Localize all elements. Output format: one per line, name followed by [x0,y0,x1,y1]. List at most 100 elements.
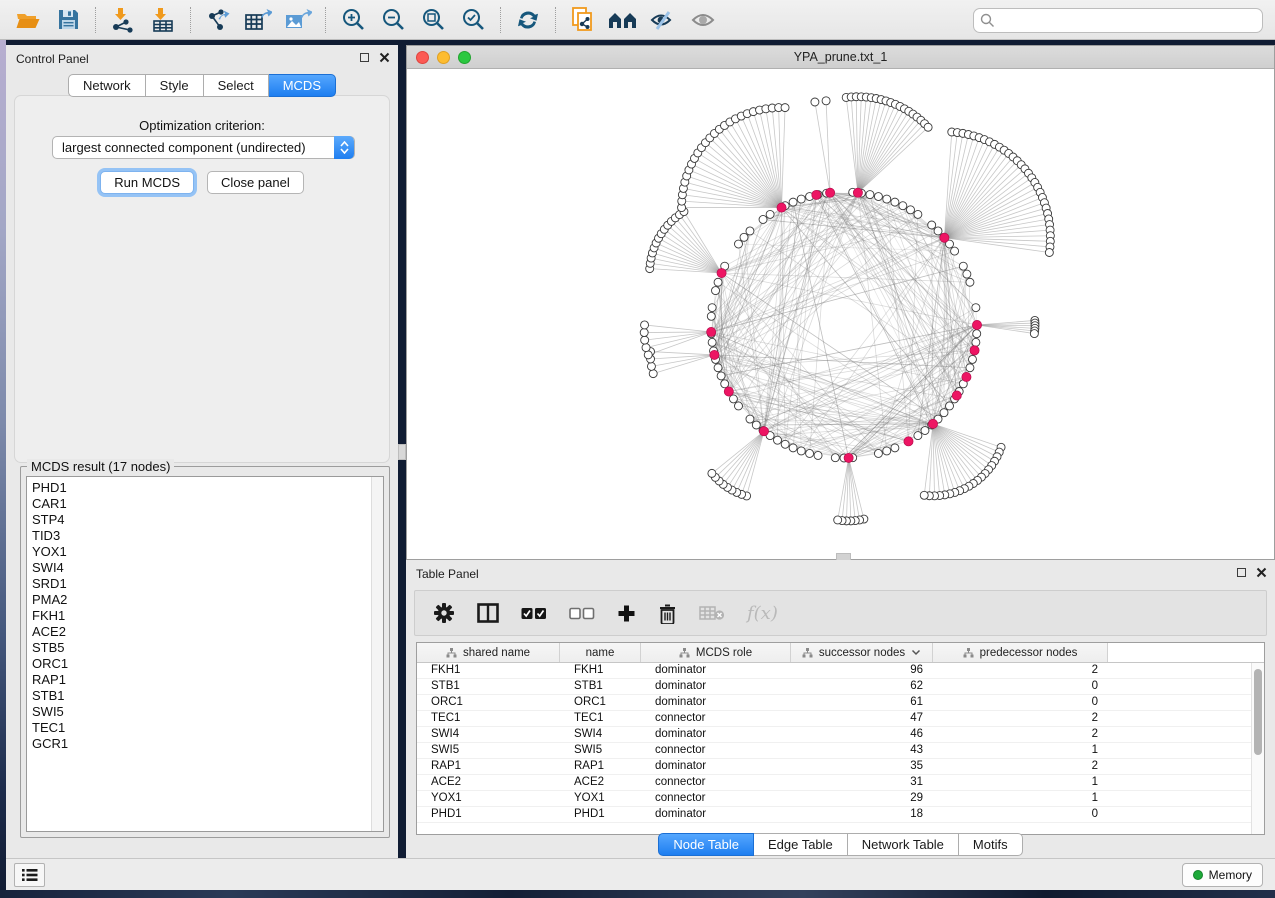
mcds-result-item[interactable]: SWI5 [32,704,383,720]
zoom-in-button[interactable] [336,5,370,35]
ring-node[interactable] [746,415,754,423]
table-row-SWI4[interactable]: SWI4SWI4dominator462 [417,727,1264,743]
close-window-icon[interactable] [416,51,429,64]
leaf-node[interactable] [641,321,649,329]
leaf-node[interactable] [781,104,789,112]
mcds-hub-node[interactable] [853,188,862,197]
mcds-list-scrollbar[interactable] [371,477,383,831]
ring-node[interactable] [759,215,767,223]
vertical-splitter-handle[interactable] [398,444,406,460]
create-column-button[interactable] [617,604,636,623]
ring-node[interactable] [940,409,948,417]
leaf-node[interactable] [641,336,649,344]
mcds-result-item[interactable]: STB5 [32,640,383,656]
leaf-node[interactable] [1030,330,1038,338]
zoom-selected-button[interactable] [456,5,490,35]
open-file-button[interactable] [11,5,45,35]
mcds-hub-node[interactable] [717,268,726,277]
ring-node[interactable] [899,202,907,210]
mcds-result-item[interactable]: STP4 [32,512,383,528]
mcds-hub-node[interactable] [825,188,834,197]
table-row-ORC1[interactable]: ORC1ORC1dominator610 [417,695,1264,711]
mcds-result-item[interactable]: FKH1 [32,608,383,624]
ring-node[interactable] [883,195,891,203]
mcds-hub-node[interactable] [972,320,981,329]
float-panel-icon[interactable] [360,53,369,62]
import-network-button[interactable] [106,5,140,35]
table-row-ACE2[interactable]: ACE2ACE2connector311 [417,775,1264,791]
ring-node[interactable] [714,364,722,372]
leaf-node[interactable] [1045,248,1053,256]
mcds-result-item[interactable]: TID3 [32,528,383,544]
mcds-hub-node[interactable] [777,203,786,212]
ring-node[interactable] [973,330,981,338]
show-all-button[interactable] [686,5,720,35]
leaf-node[interactable] [924,123,932,131]
mcds-result-item[interactable]: RAP1 [32,672,383,688]
leaf-node[interactable] [642,344,650,352]
mcds-result-item[interactable]: ORC1 [32,656,383,672]
ring-node[interactable] [712,287,720,295]
ring-node[interactable] [734,402,742,410]
mcds-hub-node[interactable] [710,350,719,359]
maximize-window-icon[interactable] [458,51,471,64]
minimize-window-icon[interactable] [437,51,450,64]
table-scrollbar[interactable] [1251,663,1264,834]
leaf-node[interactable] [708,469,716,477]
export-image-button[interactable] [281,5,315,35]
ring-node[interactable] [740,233,748,241]
ring-node[interactable] [891,444,899,452]
table-row-YOX1[interactable]: YOX1YOX1connector291 [417,791,1264,807]
mcds-result-list[interactable]: PHD1CAR1STP4TID3YOX1SWI4SRD1PMA2FKH1ACE2… [26,476,384,832]
delete-columns-button[interactable] [658,603,677,624]
ring-node[interactable] [891,198,899,206]
table-row-PHD1[interactable]: PHD1PHD1dominator180 [417,807,1264,823]
criterion-dropdown[interactable]: largest connected component (undirected) [52,136,355,159]
network-from-selection-button[interactable] [566,5,600,35]
column-header-shared-name[interactable]: shared name [417,643,560,662]
mcds-hub-node[interactable] [952,391,961,400]
ring-node[interactable] [921,427,929,435]
table-row-FKH1[interactable]: FKH1FKH1dominator962 [417,663,1264,679]
ring-node[interactable] [752,421,760,429]
ring-node[interactable] [789,198,797,206]
export-table-button[interactable] [241,5,275,35]
mcds-result-item[interactable]: ACE2 [32,624,383,640]
tab-network-table[interactable]: Network Table [848,833,959,856]
ring-node[interactable] [883,447,891,455]
tab-network[interactable]: Network [68,74,146,97]
ring-node[interactable] [874,449,882,457]
tab-style[interactable]: Style [146,74,204,97]
ring-node[interactable] [946,402,954,410]
ring-node[interactable] [928,221,936,229]
ring-node[interactable] [721,380,729,388]
ring-node[interactable] [766,210,774,218]
import-table-button[interactable] [146,5,180,35]
mcds-hub-node[interactable] [928,419,937,428]
ring-node[interactable] [966,278,974,286]
mcds-hub-node[interactable] [759,427,768,436]
ring-node[interactable] [914,432,922,440]
ring-node[interactable] [746,227,754,235]
mcds-result-item[interactable]: STB1 [32,688,383,704]
table-row-STB1[interactable]: STB1STB1dominator620 [417,679,1264,695]
ring-node[interactable] [797,447,805,455]
table-scrollbar-thumb[interactable] [1254,669,1262,755]
clear-selection-button[interactable] [569,607,595,620]
ring-node[interactable] [968,355,976,363]
ring-node[interactable] [708,304,716,312]
network-canvas[interactable] [407,69,1274,559]
leaf-node[interactable] [834,516,842,524]
mcds-result-item[interactable]: SRD1 [32,576,383,592]
column-header-name[interactable]: name [560,643,641,662]
mcds-hub-node[interactable] [962,372,971,381]
tab-select[interactable]: Select [204,74,269,97]
column-header-successor-nodes[interactable]: successor nodes [791,643,933,662]
mcds-hub-node[interactable] [724,387,733,396]
hide-selection-button[interactable] [646,5,680,35]
ring-node[interactable] [907,206,915,214]
tab-node-table[interactable]: Node Table [658,833,754,856]
mcds-hub-node[interactable] [970,346,979,355]
ring-node[interactable] [972,304,980,312]
select-all-button[interactable] [521,607,547,620]
